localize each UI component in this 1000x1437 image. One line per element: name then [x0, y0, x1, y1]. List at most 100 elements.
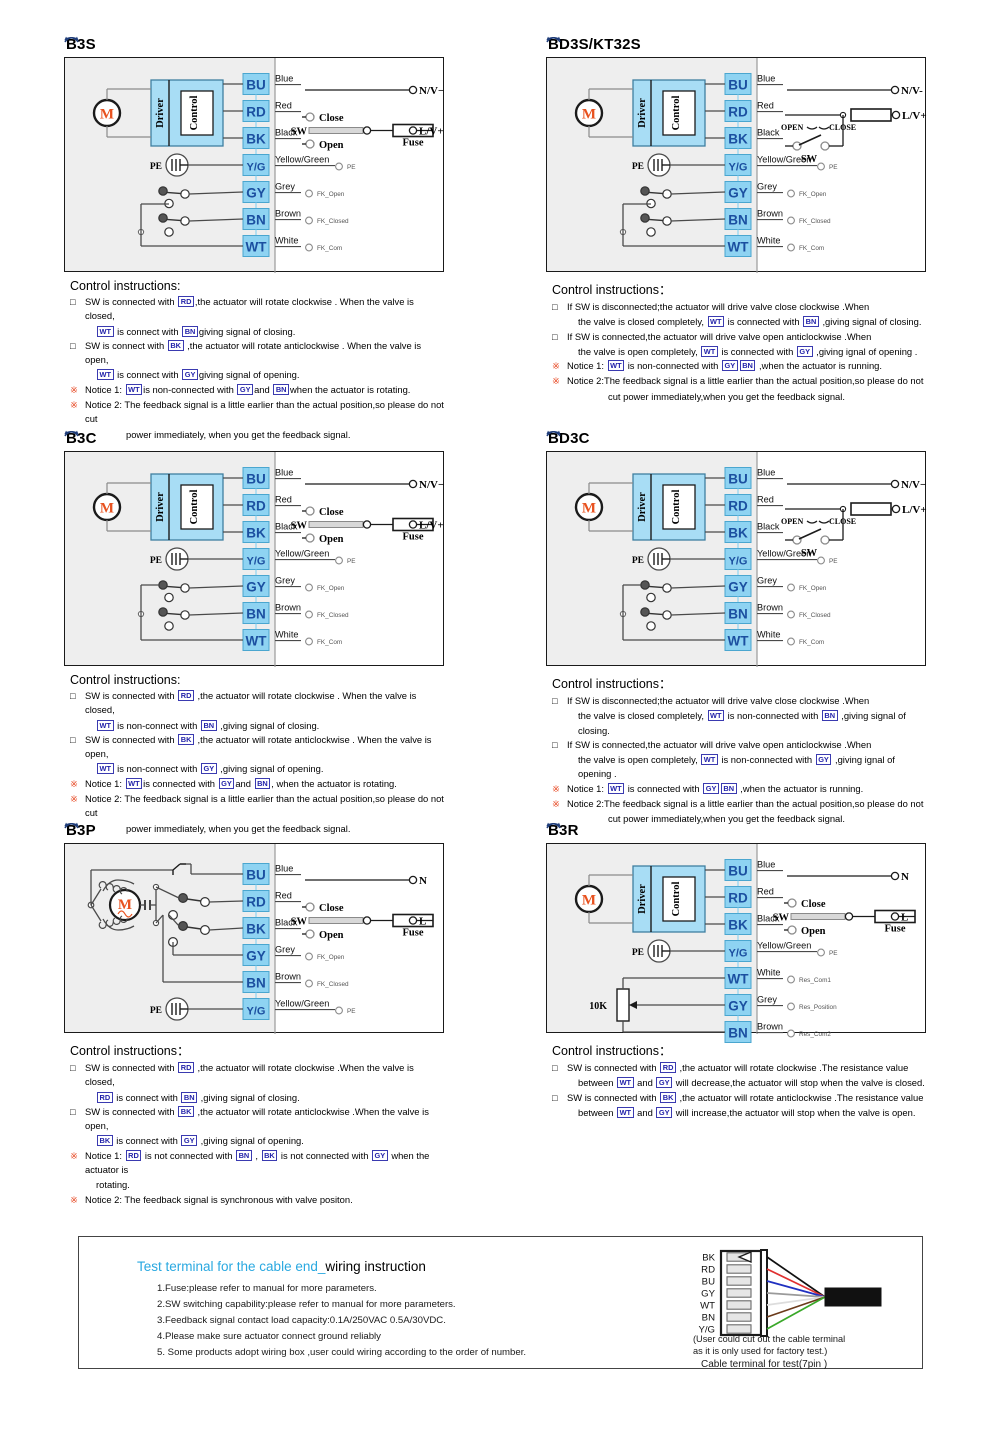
svg-text:Blue: Blue	[757, 74, 775, 84]
instruction-text: Notice 1: WT is connected with GY BN ,whe…	[567, 782, 864, 794]
svg-text:BU: BU	[246, 472, 266, 487]
svg-text:Brown: Brown	[275, 972, 301, 982]
svg-text:White: White	[757, 630, 781, 640]
checkbox-marker-icon: □	[70, 690, 76, 701]
diagram-svg: BU BlueRD RedBK BlackY/GYellow/GreenPEGY Gre…	[574, 58, 927, 273]
wire-code-gy: GY	[200, 763, 217, 775]
svg-text:SW: SW	[291, 521, 308, 532]
svg-text:Fuse: Fuse	[403, 928, 424, 939]
svg-text:M: M	[582, 107, 596, 123]
svg-text:BK: BK	[728, 132, 748, 147]
control-instructions-list: □ If SW is disconnected;the actuator will…	[546, 36, 926, 404]
svg-text:FK_Closed: FK_Closed	[317, 981, 349, 988]
svg-text:Yellow/Green: Yellow/Green	[275, 999, 329, 1009]
instruction-line: between WT and GY will increase,the actu…	[578, 1106, 926, 1120]
svg-text:FK_Closed: FK_Closed	[799, 218, 831, 225]
instruction-line: the valve is closed completely, WT is co…	[578, 315, 926, 329]
instruction-text: RD is connect with BN ,giving signal of …	[96, 1091, 300, 1103]
instruction-line: ※ Notice 2:The feedback signal is a littl…	[546, 374, 926, 388]
wire-code-rd: RD	[178, 296, 194, 307]
svg-text:FK_Com: FK_Com	[799, 245, 824, 252]
instruction-line: WT is non-connect with BN ,giving signal…	[96, 719, 444, 733]
instruction-line: ※ Notice 1: WT is connected with GY and BN,…	[64, 777, 444, 791]
instruction-line: RD is connect with BN ,giving signal of …	[96, 1091, 444, 1105]
wire-code-gy: GY	[656, 1077, 673, 1089]
svg-text:M: M	[118, 897, 132, 913]
panel-title: B3S	[66, 36, 96, 53]
svg-text:BK: BK	[246, 132, 266, 147]
svg-text:N/V−: N/V−	[419, 479, 444, 491]
svg-text:Blue: Blue	[757, 468, 775, 478]
checkbox-marker-icon: □	[70, 296, 76, 307]
instruction-text: SW is connected with BK ,the actuator wi…	[546, 822, 926, 1105]
svg-text:Close: Close	[801, 899, 826, 910]
svg-text:Res_Position: Res_Position	[799, 1004, 837, 1011]
notice-marker-icon: ※	[70, 383, 78, 395]
instruction-line: □ If SW is connected,the actuator will dr…	[546, 430, 926, 752]
svg-text:Fuse: Fuse	[403, 532, 424, 543]
instruction-text: BK is connect with GY ,giving signal of …	[96, 1135, 304, 1147]
svg-text:Y/G: Y/G	[247, 556, 266, 568]
instruction-line: ※ Notice 1: WT is non-connected with GY and…	[64, 383, 444, 397]
notice-marker-icon: ※	[70, 777, 78, 789]
svg-text:BK: BK	[246, 922, 266, 937]
svg-text:BU: BU	[246, 78, 266, 93]
svg-text:WT: WT	[700, 1301, 715, 1312]
control-instructions-list: □ SW is connected with RD ,the actuator w…	[546, 822, 926, 1120]
wire-code-gy: GY	[181, 1135, 198, 1147]
wire-code-wt: WT	[617, 1077, 634, 1089]
instruction-text: rotating.	[96, 1179, 130, 1191]
svg-text:BN: BN	[702, 1313, 715, 1324]
checkbox-marker-icon: □	[70, 733, 76, 745]
svg-text:PE: PE	[829, 950, 838, 957]
svg-text:N/V-: N/V-	[901, 85, 923, 97]
svg-text:Brown: Brown	[275, 209, 301, 219]
wire-code-gy: GY	[722, 360, 738, 372]
wire-code-wt: WT	[97, 325, 114, 337]
svg-text:Blue: Blue	[757, 860, 775, 870]
svg-text:BK: BK	[702, 1253, 715, 1264]
panel-b3p: B3P BU Blue RD Red BK Black GY Grey FK_Open BN Brow…	[64, 822, 444, 1208]
wire-code-wt: WT	[701, 754, 718, 766]
terminal-caption-3: Cable terminal for test(7pin )	[701, 1359, 828, 1370]
control-instructions-title: Control instructions:	[70, 279, 181, 293]
terminal-caption-1: (User could cut out the cable terminal	[693, 1334, 846, 1344]
panel-b3s: B3S BU Blue RD Red BK Black Y/G Yellow/Green PE GY…	[64, 36, 444, 442]
panel-b3c: B3C BU Blue RD Red BK Black Y/G Yellow/Green PE GY…	[64, 430, 444, 836]
svg-text:WT: WT	[728, 634, 750, 649]
wire-code-gy: GY	[656, 1106, 673, 1118]
footer-instruction-item: 1.Fuse:please refer to manual for more p…	[157, 1283, 377, 1294]
svg-text:Brown: Brown	[757, 603, 783, 613]
instruction-text: WT is connect with GY giving signal of op…	[96, 369, 299, 381]
instruction-text: the valve is closed completely, WT is co…	[578, 316, 922, 328]
diagram-svg: BU BlueRD RedBK BlackY/GYellow/GreenPEGY Gre…	[574, 452, 927, 667]
svg-text:Control: Control	[671, 882, 682, 917]
instruction-line: □ If SW is connected,the actuator will dr…	[546, 36, 926, 344]
svg-text:BN: BN	[246, 976, 266, 991]
instruction-line: □ SW is connected with RD ,the actuator w…	[546, 822, 926, 1075]
wire-code-wt: WT	[97, 369, 114, 381]
instruction-text: SW is connected with BK ,the actuator wi…	[64, 822, 444, 1134]
instruction-line: between WT and GY will decrease,the actu…	[578, 1076, 926, 1090]
svg-text:PE: PE	[829, 558, 838, 565]
svg-text:Yellow/Green: Yellow/Green	[275, 549, 329, 559]
instruction-text: the valve is open completely, WT is non-…	[578, 754, 895, 780]
checkbox-marker-icon: □	[552, 738, 558, 750]
instruction-line: □ SW is connected with RD ,the actuator w…	[64, 822, 444, 1090]
svg-text:FK_Com: FK_Com	[799, 639, 824, 646]
svg-text:PE: PE	[347, 1008, 356, 1015]
instruction-text: Notice 2: The feedback signal is a littl…	[85, 793, 444, 819]
wire-code-bn: BN	[273, 383, 290, 395]
svg-text:FK_Open: FK_Open	[317, 585, 345, 592]
wire-code-gy: GY	[182, 369, 198, 381]
wire-code-wt: WT	[125, 777, 143, 789]
wiring-diagram-page: B3S BU Blue RD Red BK Black Y/G Yellow/Green PE GY…	[0, 0, 1000, 1437]
svg-text:SW: SW	[291, 127, 308, 138]
svg-text:BN: BN	[246, 213, 266, 228]
svg-text:Yellow/Green: Yellow/Green	[757, 941, 811, 951]
instruction-text: SW is connect with BK ,the actuator will…	[64, 36, 444, 368]
diagram-svg: BU BlueRD RedBK BlackGY GreyFK_OpenBN BrownFK…	[87, 844, 434, 1034]
svg-text:Grey: Grey	[275, 182, 295, 192]
instruction-line: rotating.	[96, 1178, 444, 1192]
svg-text:BN: BN	[728, 607, 748, 622]
